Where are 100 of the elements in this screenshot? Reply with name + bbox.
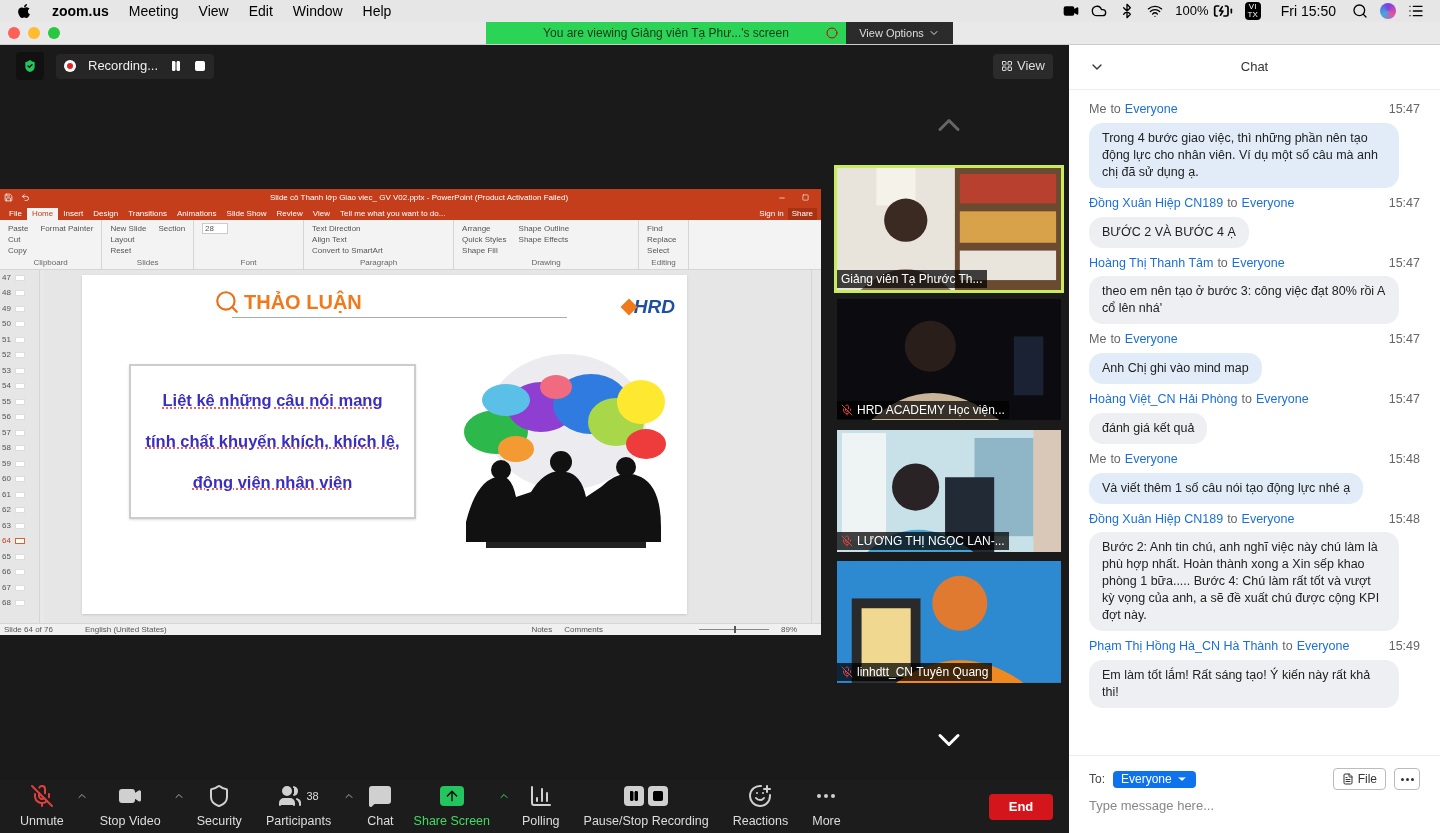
ribbon-command[interactable]: Cut bbox=[8, 234, 29, 245]
video-tile[interactable]: linhdtt_CN Tuyên Quang bbox=[834, 558, 1064, 686]
list-icon[interactable] bbox=[1408, 3, 1424, 19]
share-button[interactable]: Share bbox=[787, 208, 817, 220]
file-button[interactable]: File bbox=[1332, 768, 1386, 790]
grid-icon bbox=[1001, 60, 1014, 72]
ribbon-tab[interactable]: Transitions bbox=[123, 208, 172, 220]
message-sender: Đồng Xuân Hiệp CN189 bbox=[1089, 510, 1224, 528]
slide-number: 53 bbox=[2, 364, 12, 377]
ribbon-command[interactable]: Arrange bbox=[462, 223, 507, 234]
ribbon-command[interactable]: Shape Effects bbox=[518, 234, 570, 245]
ribbon-command[interactable]: Format Painter bbox=[40, 223, 94, 234]
video-tile[interactable]: Giảng viên Tạ Phước Th... bbox=[834, 165, 1064, 293]
pause-icon[interactable] bbox=[170, 60, 183, 72]
slide-thumbnail[interactable] bbox=[15, 538, 25, 545]
view-button[interactable]: View bbox=[993, 53, 1053, 79]
end-button[interactable]: End bbox=[989, 793, 1053, 820]
ribbon-command[interactable]: Copy bbox=[8, 245, 29, 256]
view-options-button[interactable]: View Options bbox=[846, 22, 953, 44]
maximize-icon[interactable] bbox=[802, 193, 809, 201]
slide-number: 60 bbox=[2, 473, 12, 486]
ribbon-command[interactable]: New Slide bbox=[110, 223, 147, 234]
ribbon-command[interactable]: Select bbox=[647, 245, 677, 256]
video-tile[interactable]: HRD ACADEMY Học viện... bbox=[834, 296, 1064, 424]
toolbar-button[interactable]: Unmute bbox=[8, 782, 76, 831]
tell-me-field[interactable]: Tell me what you want to do... bbox=[335, 208, 451, 220]
ribbon-command[interactable]: Text Direction bbox=[312, 223, 383, 234]
ribbon-command[interactable]: Replace bbox=[647, 234, 677, 245]
ribbon-command[interactable]: Quick Styles bbox=[462, 234, 507, 245]
ribbon-command[interactable]: Section bbox=[158, 223, 186, 234]
toolbar-button[interactable]: Pause/Stop Recording bbox=[571, 782, 721, 831]
font-size-field[interactable]: 28 bbox=[202, 223, 229, 234]
menu-item[interactable]: Help bbox=[362, 0, 392, 22]
toolbar-button[interactable]: Stop Video bbox=[87, 782, 173, 831]
ribbon-command[interactable]: Paste bbox=[8, 223, 29, 234]
cloud-icon[interactable] bbox=[1091, 3, 1108, 19]
toolbar-button[interactable]: Reactions bbox=[720, 782, 801, 831]
ribbon-tab[interactable]: Home bbox=[26, 208, 59, 220]
ribbon-group-label: Slides bbox=[135, 258, 160, 268]
slide-number: 57 bbox=[2, 426, 12, 439]
security-status-icon[interactable] bbox=[16, 52, 44, 80]
undo-icon[interactable] bbox=[21, 193, 30, 202]
slide-text: động viên nhân viên bbox=[192, 471, 353, 493]
message-to: to bbox=[1241, 391, 1252, 408]
ribbon-command[interactable]: Convert to SmartArt bbox=[312, 245, 383, 256]
ribbon-tab[interactable]: Slide Show bbox=[221, 208, 272, 220]
message-bubble: theo em nên tạo ở bước 3: công việc đạt 80% rồi A cổ lên nhá' bbox=[1089, 276, 1399, 325]
slide-number: 63 bbox=[2, 519, 12, 532]
ribbon-group-label: Font bbox=[239, 258, 258, 268]
siri-icon[interactable] bbox=[1380, 3, 1396, 19]
message-input[interactable]: Type message here... bbox=[1089, 796, 1420, 816]
menu-item[interactable]: Edit bbox=[248, 0, 273, 22]
notes-button[interactable]: Notes bbox=[531, 623, 553, 636]
message-sender: Phạm Thị Hồng Hà_CN Hà Thành bbox=[1089, 638, 1279, 656]
toolbar-button[interactable]: Security bbox=[184, 782, 254, 831]
ribbon-tab[interactable]: Design bbox=[88, 208, 124, 220]
menu-item[interactable]: Meeting bbox=[128, 0, 179, 22]
zoom-button[interactable] bbox=[48, 27, 60, 39]
menu-item[interactable]: zoom.us bbox=[52, 0, 109, 22]
more-icon bbox=[1400, 777, 1414, 781]
ribbon-command[interactable]: Reset bbox=[110, 245, 147, 256]
menu-item[interactable]: Window bbox=[292, 0, 343, 22]
minimize-button[interactable] bbox=[28, 27, 40, 39]
more-options-button[interactable] bbox=[1394, 768, 1420, 790]
message-bubble: Anh Chị ghi vào mind map bbox=[1089, 353, 1262, 384]
ribbon-command[interactable]: Layout bbox=[110, 234, 147, 245]
share-screen-icon bbox=[439, 786, 464, 807]
toolbar-button[interactable]: Chat bbox=[355, 782, 406, 831]
ribbon-tab[interactable]: Animations bbox=[172, 208, 222, 220]
search-icon[interactable] bbox=[1352, 3, 1368, 19]
recipient-dropdown[interactable]: Everyone bbox=[1113, 770, 1196, 788]
toolbar-button[interactable]: 38 Participants bbox=[253, 782, 344, 831]
ribbon-tab[interactable]: View bbox=[307, 208, 336, 220]
toolbar-button[interactable]: Polling bbox=[510, 782, 572, 831]
video-camera-icon[interactable] bbox=[1063, 3, 1080, 19]
apple-icon[interactable] bbox=[16, 3, 32, 19]
ribbon-tab[interactable]: File bbox=[4, 208, 27, 220]
ribbon-group-label: Drawing bbox=[530, 258, 562, 268]
sign-in-link[interactable]: Sign in bbox=[755, 208, 788, 220]
close-button[interactable] bbox=[8, 27, 20, 39]
toolbar-button[interactable]: Share Screen bbox=[405, 782, 499, 831]
ribbon-command[interactable]: Shape Fill bbox=[462, 245, 507, 256]
ribbon-tab[interactable]: Insert bbox=[58, 208, 89, 220]
input-source-indicator[interactable]: VI TX bbox=[1244, 2, 1261, 20]
comments-button[interactable]: Comments bbox=[564, 623, 603, 636]
wifi-icon[interactable] bbox=[1147, 3, 1164, 19]
menu-item[interactable]: View bbox=[198, 0, 229, 22]
ribbon-command[interactable]: Shape Outline bbox=[518, 223, 570, 234]
participant-name: linhdtt_CN Tuyên Quang bbox=[857, 664, 989, 681]
participant-name: Giảng viên Tạ Phước Th... bbox=[841, 271, 983, 288]
slide-number: 59 bbox=[2, 457, 12, 470]
participant-name: HRD ACADEMY Học viện... bbox=[857, 402, 1005, 419]
message-sender: Me bbox=[1089, 450, 1107, 468]
ribbon-tab[interactable]: Review bbox=[271, 208, 308, 220]
ribbon-command[interactable]: Find bbox=[647, 223, 677, 234]
toolbar-button[interactable]: More bbox=[800, 782, 853, 831]
document-title: Slide cô Thanh lớp Giao viec_ GV V02.pptx - PowerPoint (Product Activation Failed) bbox=[270, 191, 569, 204]
save-icon[interactable] bbox=[4, 193, 13, 202]
video-tile[interactable]: LƯƠNG THỊ NGỌC LAN-... bbox=[834, 427, 1064, 555]
ribbon-command[interactable]: Align Text bbox=[312, 234, 383, 245]
